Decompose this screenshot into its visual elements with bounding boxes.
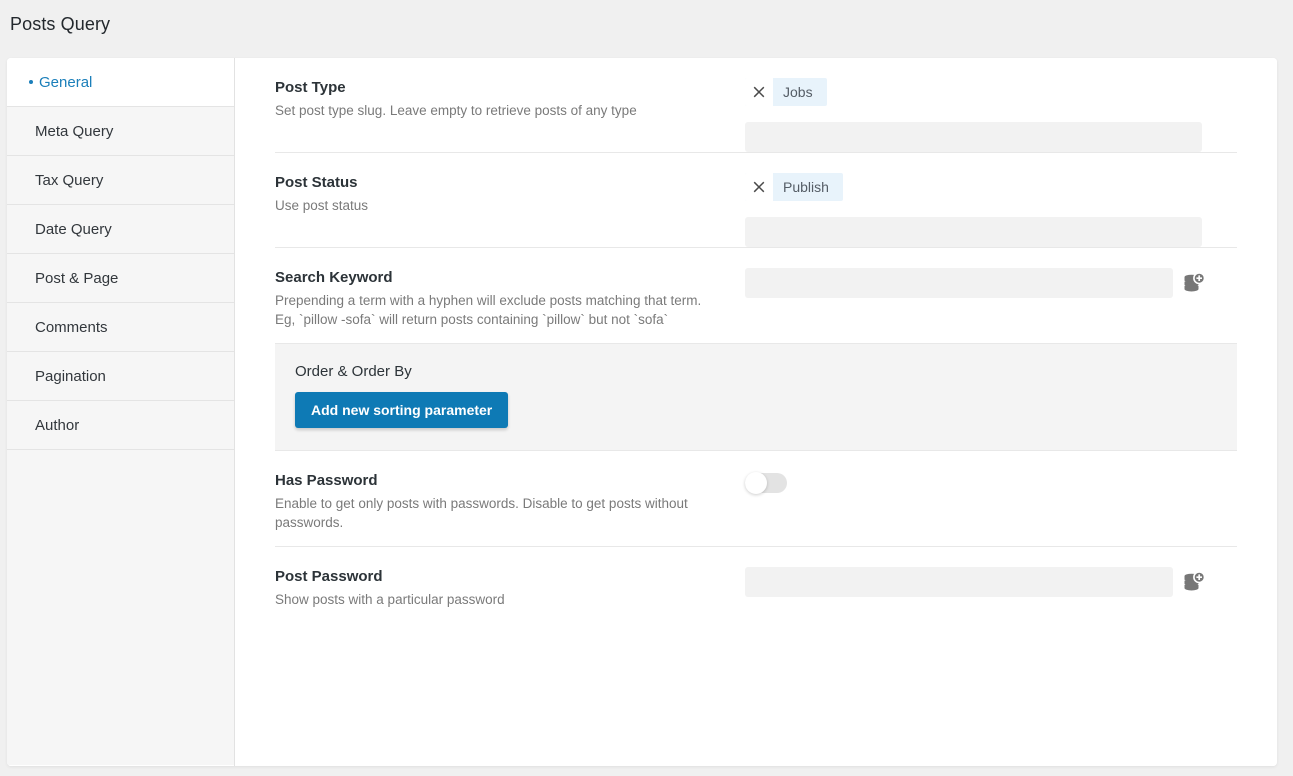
field-control-group bbox=[745, 471, 1237, 494]
sidebar-item-label: Date Query bbox=[35, 220, 112, 238]
order-and-orderby-section: Order & Order By Add new sorting paramet… bbox=[275, 344, 1237, 451]
field-control-group bbox=[745, 268, 1237, 298]
field-control-group: Jobs bbox=[745, 78, 1237, 152]
settings-panel: General Meta Query Tax Query Date Query … bbox=[7, 58, 1277, 766]
field-description: Set post type slug. Leave empty to retri… bbox=[275, 103, 637, 118]
field-label: Post Status bbox=[275, 174, 358, 191]
sidebar-item-post-and-page[interactable]: Post & Page bbox=[7, 254, 234, 303]
field-label: Search Keyword bbox=[275, 269, 393, 286]
tabs-sidebar: General Meta Query Tax Query Date Query … bbox=[7, 58, 235, 766]
sidebar-item-tax-query[interactable]: Tax Query bbox=[7, 156, 234, 205]
sidebar-item-date-query[interactable]: Date Query bbox=[7, 205, 234, 254]
active-bullet-icon bbox=[29, 80, 33, 84]
field-row-post-type: Post Type Set post type slug. Leave empt… bbox=[275, 58, 1237, 153]
has-password-toggle[interactable] bbox=[745, 472, 787, 494]
field-description: Show posts with a particular password bbox=[275, 592, 505, 607]
sidebar-item-label: General bbox=[39, 73, 93, 91]
database-add-icon[interactable] bbox=[1183, 272, 1206, 294]
field-description: Enable to get only posts with passwords.… bbox=[275, 496, 688, 530]
settings-content: Post Type Set post type slug. Leave empt… bbox=[235, 58, 1277, 766]
close-icon[interactable] bbox=[745, 78, 773, 106]
post-type-input[interactable] bbox=[745, 122, 1202, 152]
search-keyword-input[interactable] bbox=[745, 268, 1173, 298]
sidebar-item-author[interactable]: Author bbox=[7, 401, 234, 450]
field-label: Post Type bbox=[275, 79, 346, 96]
field-label-group: Has Password Enable to get only posts wi… bbox=[275, 471, 745, 532]
field-description: Use post status bbox=[275, 198, 369, 213]
sidebar-item-label: Post & Page bbox=[35, 269, 119, 287]
sidebar-item-label: Meta Query bbox=[35, 122, 114, 140]
sidebar-item-label: Tax Query bbox=[35, 171, 104, 189]
selected-tag-jobs[interactable]: Jobs bbox=[745, 78, 827, 106]
field-label-group: Post Type Set post type slug. Leave empt… bbox=[275, 78, 745, 120]
sidebar-item-general[interactable]: General bbox=[7, 58, 234, 107]
field-control-group: Publish bbox=[745, 173, 1237, 247]
posts-query-screen: Posts Query General Meta Query Tax Query… bbox=[0, 0, 1293, 776]
field-description: Prepending a term with a hyphen will exc… bbox=[275, 293, 702, 327]
field-row-post-password: Post Password Show posts with a particul… bbox=[275, 547, 1237, 637]
post-status-input[interactable] bbox=[745, 217, 1202, 247]
field-row-post-status: Post Status Use post status Publish bbox=[275, 153, 1237, 248]
sidebar-item-label: Author bbox=[35, 416, 80, 434]
field-label-group: Post Status Use post status bbox=[275, 173, 745, 215]
tag-label: Publish bbox=[783, 179, 829, 195]
input-with-dynamic-tag bbox=[745, 567, 1206, 597]
sidebar-empty-area bbox=[7, 450, 234, 765]
field-control-group bbox=[745, 567, 1237, 597]
field-label-group: Post Password Show posts with a particul… bbox=[275, 567, 745, 609]
add-sorting-parameter-button[interactable]: Add new sorting parameter bbox=[295, 392, 509, 428]
input-with-dynamic-tag bbox=[745, 268, 1206, 298]
sidebar-item-pagination[interactable]: Pagination bbox=[7, 352, 234, 401]
close-icon[interactable] bbox=[745, 173, 773, 201]
selected-tag-publish[interactable]: Publish bbox=[745, 173, 843, 201]
field-label: Post Password bbox=[275, 568, 383, 585]
page-title: Posts Query bbox=[10, 14, 111, 34]
post-password-input[interactable] bbox=[745, 567, 1173, 597]
sidebar-item-comments[interactable]: Comments bbox=[7, 303, 234, 352]
database-add-icon[interactable] bbox=[1183, 571, 1206, 593]
sidebar-item-label: Pagination bbox=[35, 367, 106, 385]
sidebar-item-label: Comments bbox=[35, 318, 108, 336]
toggle-knob bbox=[745, 472, 767, 494]
field-row-has-password: Has Password Enable to get only posts wi… bbox=[275, 451, 1237, 547]
sidebar-item-meta-query[interactable]: Meta Query bbox=[7, 107, 234, 156]
field-label: Has Password bbox=[275, 472, 378, 489]
section-title: Order & Order By bbox=[295, 363, 412, 380]
field-row-search-keyword: Search Keyword Prepending a term with a … bbox=[275, 248, 1237, 344]
field-label-group: Search Keyword Prepending a term with a … bbox=[275, 268, 745, 329]
tag-label: Jobs bbox=[783, 84, 813, 100]
